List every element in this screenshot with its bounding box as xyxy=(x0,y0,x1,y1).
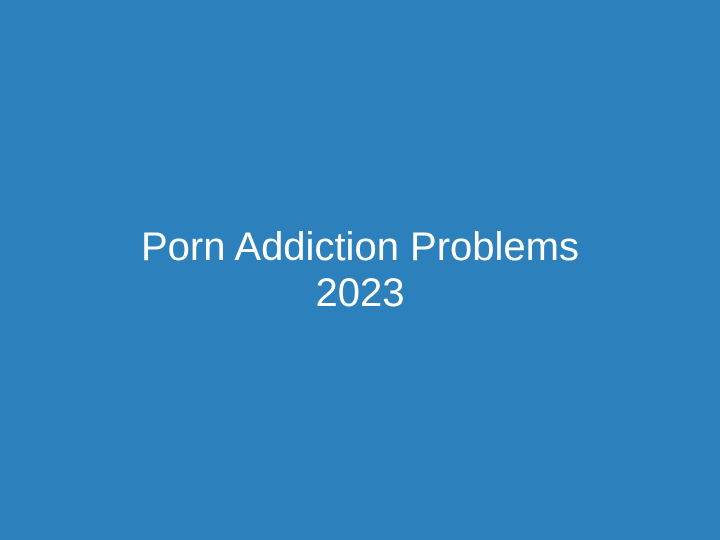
card-title: Porn Addiction Problems 2023 xyxy=(60,224,660,316)
card-title-line-2: 2023 xyxy=(315,271,405,315)
card-title-line-1: Porn Addiction Problems xyxy=(140,225,579,269)
title-card: Porn Addiction Problems 2023 xyxy=(0,0,720,540)
